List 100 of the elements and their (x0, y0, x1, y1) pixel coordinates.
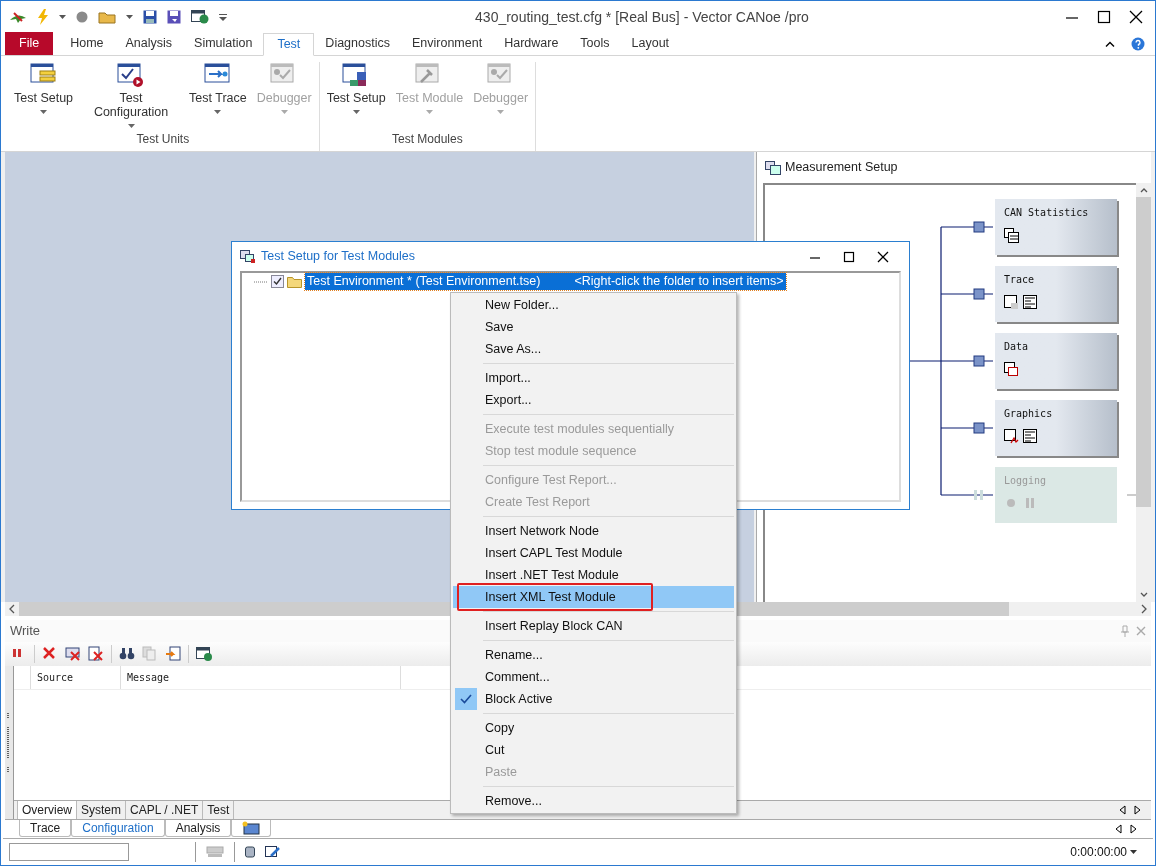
tree-line-icon (254, 279, 268, 284)
menu-item[interactable]: Import... (453, 367, 734, 389)
menu-item[interactable]: Remove... (453, 790, 734, 812)
time-readout: 0:00:00:00 (1070, 844, 1127, 861)
dialog-title: Test Setup for Test Modules (261, 248, 416, 266)
caret-icon[interactable] (40, 110, 48, 114)
list-icon (1023, 295, 1038, 310)
maximize-icon[interactable] (1097, 10, 1111, 24)
group-label: Test Units (136, 131, 190, 148)
splitter-dots-icon (7, 712, 11, 773)
window-globe-icon[interactable] (191, 10, 209, 24)
menu-item[interactable]: Block Active (453, 688, 734, 710)
tree-item-hint: <Right-click the folder to insert items> (574, 273, 784, 291)
maximize-icon[interactable] (843, 250, 855, 263)
caret-icon[interactable] (59, 15, 66, 19)
ribbon-button[interactable]: Test Configuration (78, 62, 185, 128)
folder-icon[interactable] (98, 10, 116, 24)
close-icon[interactable] (877, 250, 889, 263)
setup-icon (240, 249, 256, 264)
ribbon-tab[interactable]: Analysis (114, 32, 184, 55)
caret-icon[interactable] (127, 124, 135, 128)
function-block[interactable]: CAN Statistics (995, 199, 1117, 255)
panel-tab[interactable]: System (77, 801, 127, 819)
ribbon-tab[interactable]: Hardware (493, 32, 570, 55)
save-icon[interactable] (143, 10, 157, 24)
statistics-icon (1004, 228, 1019, 243)
menu-item[interactable]: Save As... (453, 338, 734, 360)
menu-item[interactable]: New Folder... (453, 294, 734, 316)
column-header[interactable]: Message (121, 666, 401, 689)
menu-item[interactable]: Insert Network Node (453, 520, 734, 542)
vertical-scrollbar[interactable] (1136, 183, 1151, 602)
function-block[interactable]: Graphics (995, 400, 1117, 456)
menu-item[interactable]: Save (453, 316, 734, 338)
panel-tab[interactable]: CAPL / .NET (126, 801, 204, 819)
menu-item[interactable]: Insert Replay Block CAN (453, 615, 734, 637)
ribbon-button[interactable]: Test Setup (9, 62, 79, 114)
save-all-icon[interactable] (167, 10, 181, 24)
menu-item[interactable]: Copy (453, 717, 734, 739)
caret-icon[interactable] (1130, 850, 1137, 854)
port-icon (973, 355, 985, 367)
checkbox-icon[interactable] (271, 275, 284, 288)
menu-item[interactable]: Insert CAPL Test Module (453, 542, 734, 564)
ribbon-tab[interactable]: Layout (620, 32, 681, 55)
app-icon[interactable] (9, 10, 27, 24)
database-icon[interactable] (245, 846, 255, 858)
clear-page-icon[interactable] (88, 646, 104, 662)
panel-tab[interactable]: Overview (17, 801, 77, 819)
column-header[interactable]: Source (31, 666, 121, 689)
menu-item[interactable]: Cut (453, 739, 734, 761)
tree-item[interactable]: Test Environment * (Test Environment.tse) <Right-click the folder to insert items> (305, 273, 786, 290)
customize-caret-icon[interactable] (219, 13, 227, 21)
stop-icon[interactable] (76, 11, 88, 23)
block-title: Trace (1004, 273, 1036, 287)
tree-item-label: Test Environment * (Test Environment.tse) (307, 273, 541, 291)
window-globe-icon[interactable] (196, 646, 212, 662)
ribbon-button[interactable]: Test Setup (321, 62, 391, 114)
close-icon[interactable] (1129, 10, 1143, 24)
caret-icon[interactable] (214, 110, 222, 114)
ribbon-tab[interactable]: Environment (401, 32, 494, 55)
menu-item[interactable]: Insert XML Test Module (453, 586, 734, 608)
menu-item[interactable]: Export... (453, 389, 734, 411)
port-icon (974, 490, 983, 500)
ribbon-tab[interactable]: Home (59, 32, 115, 55)
check-icon (460, 694, 472, 704)
ribbon-tab[interactable]: Test (263, 33, 315, 56)
trace-icon (1004, 295, 1019, 310)
file-tab[interactable]: File (5, 32, 54, 55)
ribbon-tab[interactable]: Simulation (183, 32, 264, 55)
desktop-tab[interactable]: Trace (19, 820, 72, 837)
clear-window-icon[interactable] (65, 646, 81, 662)
block-title: Logging (1004, 474, 1048, 488)
help-icon[interactable] (1131, 36, 1145, 51)
export-icon[interactable] (165, 646, 181, 662)
ribbon-button[interactable]: Test Trace (184, 62, 252, 114)
caret-icon[interactable] (126, 15, 133, 19)
desktop-tab[interactable]: Configuration (71, 820, 165, 837)
binoculars-icon[interactable] (119, 646, 135, 662)
folder-icon (287, 275, 302, 288)
block-title: Data (1004, 340, 1030, 354)
window-icon (117, 62, 146, 88)
block-title: Graphics (1004, 407, 1054, 421)
collapse-ribbon-icon[interactable] (1105, 40, 1115, 47)
panel-tab[interactable]: Test (203, 801, 235, 819)
block-title: CAN Statistics (1004, 206, 1090, 220)
desktop-tab[interactable] (231, 820, 272, 837)
status-field[interactable] (9, 843, 129, 861)
window-title: Measurement Setup (785, 159, 898, 177)
function-block[interactable]: Trace (995, 266, 1117, 322)
ribbon-tab[interactable]: Tools (569, 32, 621, 55)
port-icon (973, 422, 985, 434)
graph-icon (1004, 429, 1019, 444)
ribbon-tab[interactable]: Diagnostics (314, 32, 401, 55)
splitter-handle[interactable] (5, 666, 14, 819)
caret-icon[interactable] (352, 110, 360, 114)
menu-item[interactable]: Insert .NET Test Module (453, 564, 734, 586)
output-line (1126, 494, 1136, 496)
setup-icon (765, 160, 781, 175)
function-block[interactable]: Data (995, 333, 1117, 389)
edit-icon[interactable] (265, 845, 281, 859)
menu-item[interactable]: Comment... (453, 666, 734, 688)
